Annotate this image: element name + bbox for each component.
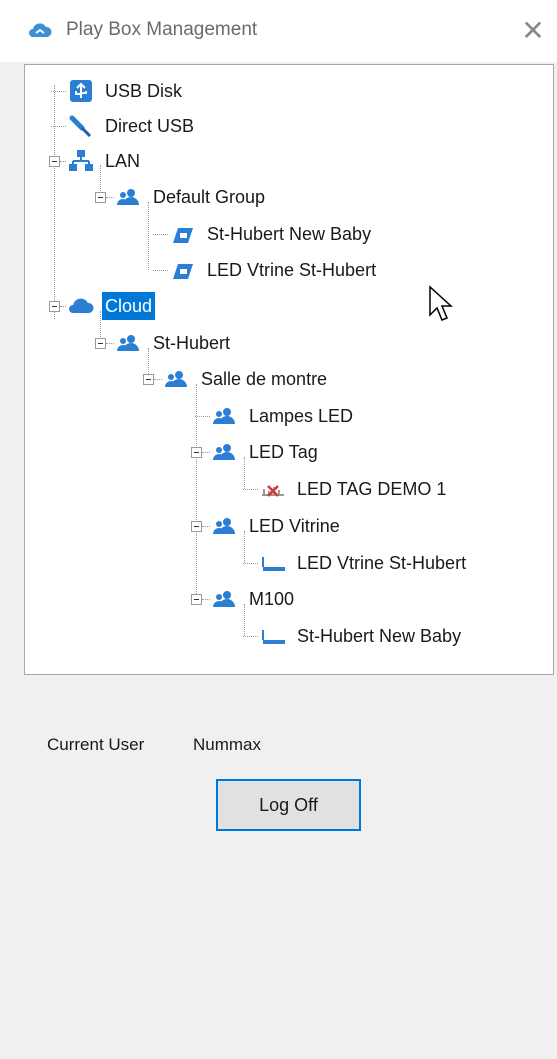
tree-group-line (148, 202, 149, 270)
tree-node-label: LED Tag (249, 442, 318, 462)
device-offline-icon (262, 485, 284, 497)
tree-expander-minus-icon[interactable] (191, 447, 202, 458)
tree-root-line (54, 85, 55, 319)
tree-connector (153, 234, 168, 235)
tree-node-label: LED Vtrine St-Hubert (207, 260, 377, 280)
play-box-management-window: Play Box Management ✕ USB Disk Direct USB… (0, 0, 557, 1059)
tree-expander-minus-icon[interactable] (95, 192, 106, 203)
tree-node-label: LED TAG DEMO 1 (297, 479, 447, 499)
tree-node-label: Cloud (102, 292, 156, 320)
tree-connector (202, 452, 210, 453)
mouse-cursor-icon (429, 285, 453, 321)
group-icon (213, 444, 235, 460)
window-title: Play Box Management (66, 19, 258, 40)
tree-connector (243, 563, 258, 564)
tree-node-label: Salle de montre (201, 369, 328, 389)
tree-connector (243, 489, 258, 490)
tree-node-label: Lampes LED (249, 406, 354, 426)
group-icon (213, 518, 235, 534)
tree-node-label: LED Vitrine (249, 516, 340, 536)
tree-expander-minus-icon[interactable] (95, 338, 106, 349)
tree-node-label: USB Disk (105, 81, 183, 101)
tree-connector (243, 636, 258, 637)
player-icon (173, 228, 193, 243)
group-icon (165, 371, 187, 387)
group-icon (213, 408, 235, 424)
tree-connector (106, 343, 114, 344)
tree-node-label: St-Hubert New Baby (297, 626, 462, 646)
usb-icon (70, 80, 92, 102)
led-display-icon (262, 630, 285, 644)
tree-connector (202, 526, 210, 527)
group-icon (213, 591, 235, 607)
tree-node-label: St-Hubert (153, 333, 231, 353)
tree-expander-minus-icon[interactable] (49, 156, 60, 167)
usb-cable-icon (69, 115, 92, 138)
tree-node-label: LAN (105, 151, 141, 171)
tree-expander-minus-icon[interactable] (191, 594, 202, 605)
tree-ledtag-line (244, 457, 245, 489)
group-icon (117, 189, 139, 205)
tree-node-label: Default Group (153, 187, 266, 207)
tree-connector (195, 416, 210, 417)
tree-connector (51, 126, 66, 127)
tree-connector (60, 306, 66, 307)
tree-node-label: Direct USB (105, 116, 195, 136)
led-display-icon (262, 557, 285, 571)
tree-connector (154, 379, 162, 380)
group-icon (117, 335, 139, 351)
tree-connector (51, 91, 66, 92)
tree-expander-minus-icon[interactable] (143, 374, 154, 385)
current-user-value: Nummax (193, 735, 262, 754)
title-bar: Play Box Management ✕ (0, 0, 557, 62)
cloud-share-icon (29, 23, 52, 37)
tree-node-label: M100 (249, 589, 295, 609)
tree-expander-minus-icon[interactable] (49, 301, 60, 312)
tree-node-label: LED Vtrine St-Hubert (297, 553, 467, 573)
cloud-icon (69, 298, 94, 313)
tree-ledvitrine-line (244, 531, 245, 563)
log-off-button[interactable]: Log Off (216, 779, 361, 831)
device-tree[interactable]: USB Disk Direct USB LAN Default Group St-Hub… (24, 64, 554, 675)
current-user-label: Current User (47, 735, 145, 754)
tree-m100-line (244, 604, 245, 636)
tree-connector (202, 599, 210, 600)
tree-expander-minus-icon[interactable] (191, 521, 202, 532)
network-icon (69, 150, 93, 171)
tree-connector (60, 161, 66, 162)
tree-connector (106, 197, 114, 198)
tree-node-label: St-Hubert New Baby (207, 224, 372, 244)
player-icon (173, 264, 193, 279)
close-button[interactable]: ✕ (516, 14, 550, 48)
tree-connector (153, 270, 168, 271)
